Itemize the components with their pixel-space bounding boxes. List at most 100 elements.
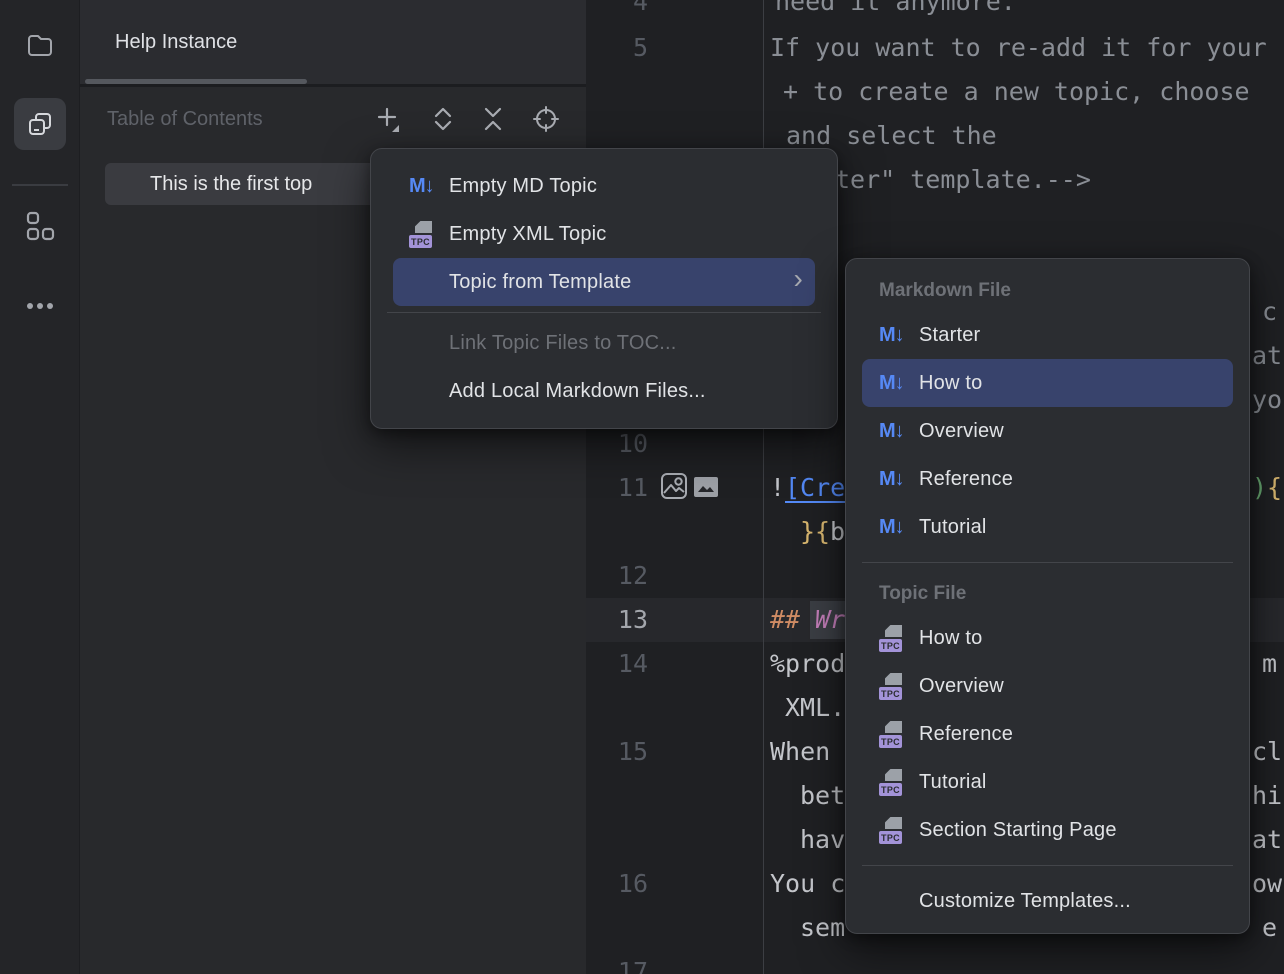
menu-item-tutorial[interactable]: M↓Tutorial — [862, 503, 1233, 551]
line-number-14: 14 — [586, 642, 648, 686]
toc-tree-item[interactable]: This is the first top — [105, 163, 392, 205]
markdown-file-icon: M↓ — [879, 369, 919, 397]
instances-icon — [26, 110, 54, 138]
code-segment: c — [1262, 290, 1277, 334]
menu-item-label: How to — [919, 627, 982, 650]
code-segment: need it anymore. — [775, 0, 1016, 24]
menu-item-overview[interactable]: TPC Overview — [862, 662, 1233, 710]
code-segment: When — [770, 730, 830, 774]
help-instance-button[interactable] — [14, 98, 66, 150]
markdown-file-icon: M↓ — [879, 513, 919, 541]
menu-item-empty-md-topic[interactable]: M↓Empty MD Topic — [393, 162, 815, 210]
tpc-page-shape — [885, 721, 902, 733]
menu-item-icon-spacer — [879, 887, 919, 915]
menu-item-label: Starter — [919, 324, 980, 347]
image-preview-filled-icon[interactable] — [694, 477, 718, 497]
topic-file-icon: TPC — [879, 624, 919, 652]
more-tool-windows-button[interactable] — [14, 280, 66, 332]
add-topic-button[interactable] — [373, 104, 403, 134]
stripe-divider — [12, 184, 68, 186]
menu-separator — [387, 312, 821, 313]
structure-button[interactable] — [14, 201, 66, 253]
menu-item-link-topic-files-to-toc[interactable]: Link Topic Files to TOC... — [393, 319, 815, 367]
collapse-all-button[interactable] — [478, 104, 508, 134]
menu-section-header-topic-file: Topic File — [862, 574, 1233, 614]
tpc-page-shape — [885, 769, 902, 781]
topic-file-icon: TPC — [879, 672, 919, 700]
menu-item-section-starting-page[interactable]: TPCSection Starting Page — [862, 806, 1233, 854]
topic-file-icon: TPC — [409, 220, 449, 248]
tpc-badge: TPC — [879, 687, 902, 700]
code-segment: + to create a new topic, choose — [783, 70, 1250, 114]
tpc-badge: TPC — [409, 235, 432, 248]
menu-item-label: Reference — [919, 723, 1013, 746]
menu-item-starter[interactable]: M↓Starter — [862, 311, 1233, 359]
code-segment: ow — [1252, 862, 1282, 906]
menu-item-icon-spacer — [409, 329, 449, 357]
menu-item-empty-xml-topic[interactable]: TPCEmpty XML Topic — [393, 210, 815, 258]
tpc-badge: TPC — [879, 831, 902, 844]
tool-window-header[interactable]: Help Instance — [80, 0, 586, 87]
menu-item-label: How to — [919, 372, 982, 395]
markdown-file-icon: M↓ — [879, 465, 919, 493]
collapse-all-icon — [478, 104, 508, 134]
menu-item-reference[interactable]: M↓Reference — [862, 455, 1233, 503]
new-topic-context-menu: M↓Empty MD TopicTPCEmpty XML TopicTopic … — [370, 148, 838, 429]
menu-item-label: Overview — [919, 420, 1004, 443]
project-folder-button[interactable] — [14, 19, 66, 71]
expand-all-icon — [428, 104, 458, 134]
menu-item-overview[interactable]: M↓Overview — [862, 407, 1233, 455]
menu-item-topic-from-template[interactable]: Topic from Template › — [393, 258, 815, 306]
menu-item-how-to[interactable]: M↓How to — [862, 359, 1233, 407]
tool-window-stripe — [0, 0, 80, 974]
locate-open-file-button[interactable] — [531, 104, 561, 134]
code-segment: cl — [1252, 730, 1282, 774]
tpc-page-shape — [885, 817, 902, 829]
structure-icon — [24, 211, 56, 243]
menu-item-label: Add Local Markdown Files... — [449, 380, 706, 403]
menu-item-label: Link Topic Files to TOC... — [449, 332, 677, 355]
toc-section-label: Table of Contents — [107, 108, 263, 131]
writerside-window: Help Instance Table of Contents — [0, 0, 1284, 974]
menu-item-label: Empty MD Topic — [449, 175, 597, 198]
toc-tree-item-label: This is the first top — [105, 163, 392, 205]
image-preview-outline-icon[interactable] — [660, 472, 688, 500]
tpc-badge: TPC — [879, 639, 902, 652]
submenu-arrow-icon: › — [793, 265, 803, 293]
markdown-file-icon: M↓ — [879, 321, 919, 349]
line-number-17: 17 — [586, 950, 648, 974]
menu-item-label: Topic from Template — [449, 271, 631, 294]
menu-item-tutorial[interactable]: TPCTutorial — [862, 758, 1233, 806]
line-number-15: 15 — [586, 730, 648, 774]
code-segment: You c — [770, 862, 845, 906]
menu-item-reference[interactable]: TPCReference — [862, 710, 1233, 758]
code-segment: m — [1262, 642, 1277, 686]
menu-item-label: Tutorial — [919, 516, 987, 539]
menu-section-header-markdown-file: Markdown File — [862, 271, 1233, 311]
code-segment: ! — [770, 466, 785, 510]
code-segment: hi — [1252, 774, 1282, 818]
menu-item-add-local-markdown-files[interactable]: Add Local Markdown Files... — [393, 367, 815, 415]
code-segment: e — [1262, 906, 1277, 950]
line-number-4: 4 — [586, 0, 648, 24]
menu-item-how-to[interactable]: TPC How to — [862, 614, 1233, 662]
code-segment: yo — [1252, 378, 1282, 422]
code-segment: }{ — [800, 510, 830, 554]
active-tab-indicator — [85, 79, 307, 84]
menu-item-icon-spacer — [409, 377, 449, 405]
menu-item-label: Reference — [919, 468, 1013, 491]
add-icon — [373, 104, 403, 134]
menu-separator — [862, 865, 1233, 866]
tool-window-title: Help Instance — [115, 31, 237, 54]
tpc-page-shape — [885, 625, 902, 637]
help-instance-panel: Help Instance Table of Contents — [80, 0, 586, 974]
topic-from-template-submenu: Markdown FileM↓StarterM↓How toM↓Overview… — [845, 258, 1250, 934]
menu-item-customize-templates[interactable]: Customize Templates... — [862, 877, 1233, 925]
expand-all-button[interactable] — [428, 104, 458, 134]
markdown-file-icon: M↓ — [409, 172, 449, 200]
code-segment: XML. — [785, 686, 845, 730]
code-segment: Wr — [815, 598, 845, 642]
menu-item-label: Overview — [919, 675, 1004, 698]
menu-separator — [862, 562, 1233, 563]
topic-file-icon: TPC — [879, 720, 919, 748]
